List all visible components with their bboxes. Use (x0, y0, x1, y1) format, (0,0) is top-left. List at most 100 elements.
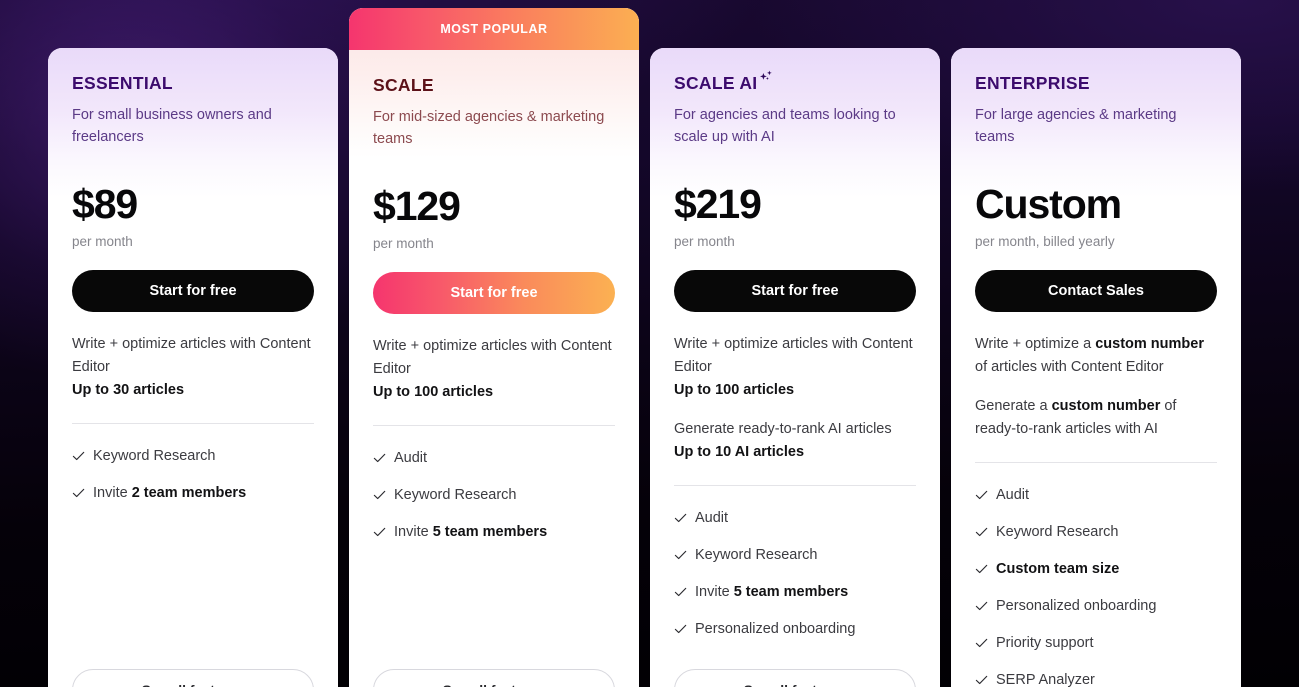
feature-label: Personalized onboarding (996, 596, 1156, 617)
plan-price-note: per month, billed yearly (975, 234, 1115, 250)
feature-text: Priority support (996, 635, 1094, 651)
plan-price-note: per month (373, 236, 434, 252)
detail-lead-bold: custom number (1095, 336, 1204, 353)
feature-text-bold: 2 team members (131, 485, 247, 502)
check-icon (975, 564, 988, 574)
check-icon (72, 488, 85, 498)
feature-label: Audit (695, 508, 728, 529)
check-icon (975, 527, 988, 537)
plan-price-note: per month (674, 234, 735, 250)
pricing-card-scale-ai: SCALE AI For agencies and teams looking t… (650, 48, 940, 687)
check-icon (72, 451, 85, 461)
feature-label: Priority support (996, 633, 1094, 654)
feature-item: Priority support (975, 625, 1217, 662)
detail-strong: Up to 100 articles (674, 382, 795, 399)
detail-lead: Write + optimize articles with Content E… (373, 338, 612, 378)
check-icon (674, 624, 687, 633)
plan-price: $129 (373, 183, 461, 230)
feature-text: Keyword Research (996, 523, 1119, 540)
feature-list: Audit Keyword Research Invite 5 team membe… (373, 440, 615, 551)
feature-label: Keyword Research (394, 485, 517, 506)
feature-label: Keyword Research (93, 446, 216, 467)
feature-item: Keyword Research (674, 537, 916, 574)
sparkle-icon (758, 70, 774, 86)
see-all-features-button[interactable]: See all features (72, 669, 314, 687)
feature-text: Invite (394, 524, 433, 541)
feature-label: Invite 5 team members (394, 522, 547, 543)
feature-item: Invite 5 team members (373, 514, 615, 551)
detail-lead-pre: Write + optimize a (975, 336, 1096, 353)
card-spacer (373, 551, 615, 669)
check-icon (674, 550, 687, 559)
most-popular-badge: MOST POPULAR (349, 8, 639, 50)
plan-name: SCALE (373, 75, 615, 95)
feature-item: Personalized onboarding (975, 588, 1217, 625)
pricing-card-enterprise: ENTERPRISE For large agencies & marketing… (951, 48, 1241, 687)
check-icon (373, 527, 386, 537)
see-all-features-button[interactable]: See all features (674, 669, 916, 687)
plan-detail-block: Write + optimize articles with Content E… (72, 333, 314, 402)
feature-item: Audit (674, 500, 916, 537)
detail-strong: Up to 100 articles (373, 384, 494, 401)
check-icon (373, 453, 386, 463)
feature-item: Personalized onboarding (674, 611, 916, 648)
feature-label: Invite 2 team members (93, 483, 246, 504)
feature-list: Keyword Research Invite 2 team members (72, 438, 314, 512)
feature-item: SERP Analyzer (975, 662, 1217, 687)
feature-text: Custom team size (996, 560, 1120, 577)
feature-text-bold: 5 team members (432, 524, 548, 541)
plan-price: $219 (674, 181, 762, 228)
see-all-features-button[interactable]: See all features (373, 669, 615, 687)
pricing-card-scale: MOST POPULAR SCALE For mid-sized agencies … (349, 8, 639, 687)
plan-cta-button[interactable]: Start for free (72, 270, 314, 313)
secondary-button-wrap: See all features (72, 669, 314, 687)
feature-list: Audit Keyword Research Invite 5 team membe… (674, 500, 916, 648)
card-body: SCALE AI For agencies and teams looking t… (650, 48, 940, 687)
feature-item: Audit (975, 477, 1217, 514)
plan-name-text: ENTERPRISE (975, 73, 1090, 93)
feature-text: SERP Analyzer (996, 672, 1095, 687)
feature-label: Audit (394, 448, 427, 469)
check-icon (975, 675, 988, 685)
plan-price: Custom (975, 181, 1122, 228)
card-divider (373, 425, 615, 427)
feature-item: Keyword Research (373, 477, 615, 514)
pricing-cards-row: ESSENTIAL For small business owners and f… (0, 0, 1299, 687)
feature-text: Keyword Research (695, 546, 818, 563)
plan-name: ENTERPRISE (975, 73, 1217, 93)
feature-label: SERP Analyzer (996, 670, 1095, 687)
feature-item: Custom team size (975, 551, 1217, 588)
detail-lead-post: of articles with Content Editor (975, 359, 1164, 376)
secondary-button-wrap: See all features (373, 669, 615, 687)
feature-label: Audit (996, 485, 1029, 506)
check-icon (373, 490, 386, 500)
check-icon (674, 587, 687, 596)
plan-description: For large agencies & marketing teams (975, 107, 1177, 146)
plan-detail-block: Generate ready-to-rank AI articles Up to … (674, 418, 916, 464)
plan-detail-block: Write + optimize a custom number of arti… (975, 333, 1217, 379)
plan-cta-button[interactable]: Contact Sales (975, 270, 1217, 313)
feature-text: Personalized onboarding (695, 620, 856, 637)
check-icon (975, 638, 988, 648)
detail-lead-bold: custom number (1051, 398, 1161, 415)
plan-detail-block: Generate a custom number of ready-to-ran… (975, 395, 1217, 441)
plan-price: $89 (72, 181, 138, 228)
feature-text: Keyword Research (394, 487, 517, 504)
card-divider (72, 423, 314, 425)
plan-name-text: ESSENTIAL (72, 73, 173, 93)
feature-text: Personalized onboarding (996, 597, 1157, 614)
plan-name-text: SCALE AI (674, 73, 758, 93)
card-spacer (72, 512, 314, 669)
plan-cta-button[interactable]: Start for free (373, 272, 615, 315)
plan-name-text: SCALE (373, 75, 434, 95)
feature-text: Invite (695, 583, 734, 600)
detail-lead: Write + optimize articles with Content E… (72, 336, 311, 376)
feature-list: Audit Keyword Research Custom team size Per… (975, 477, 1217, 687)
plan-cta-button[interactable]: Start for free (674, 270, 916, 313)
detail-strong: Up to 10 AI articles (674, 443, 805, 460)
plan-name: ESSENTIAL (72, 73, 314, 93)
detail-strong: Up to 30 articles (72, 382, 185, 399)
plan-name: SCALE AI (674, 70, 916, 93)
card-body: SCALE For mid-sized agencies & marketing … (349, 50, 639, 687)
feature-label: Custom team size (996, 559, 1119, 580)
